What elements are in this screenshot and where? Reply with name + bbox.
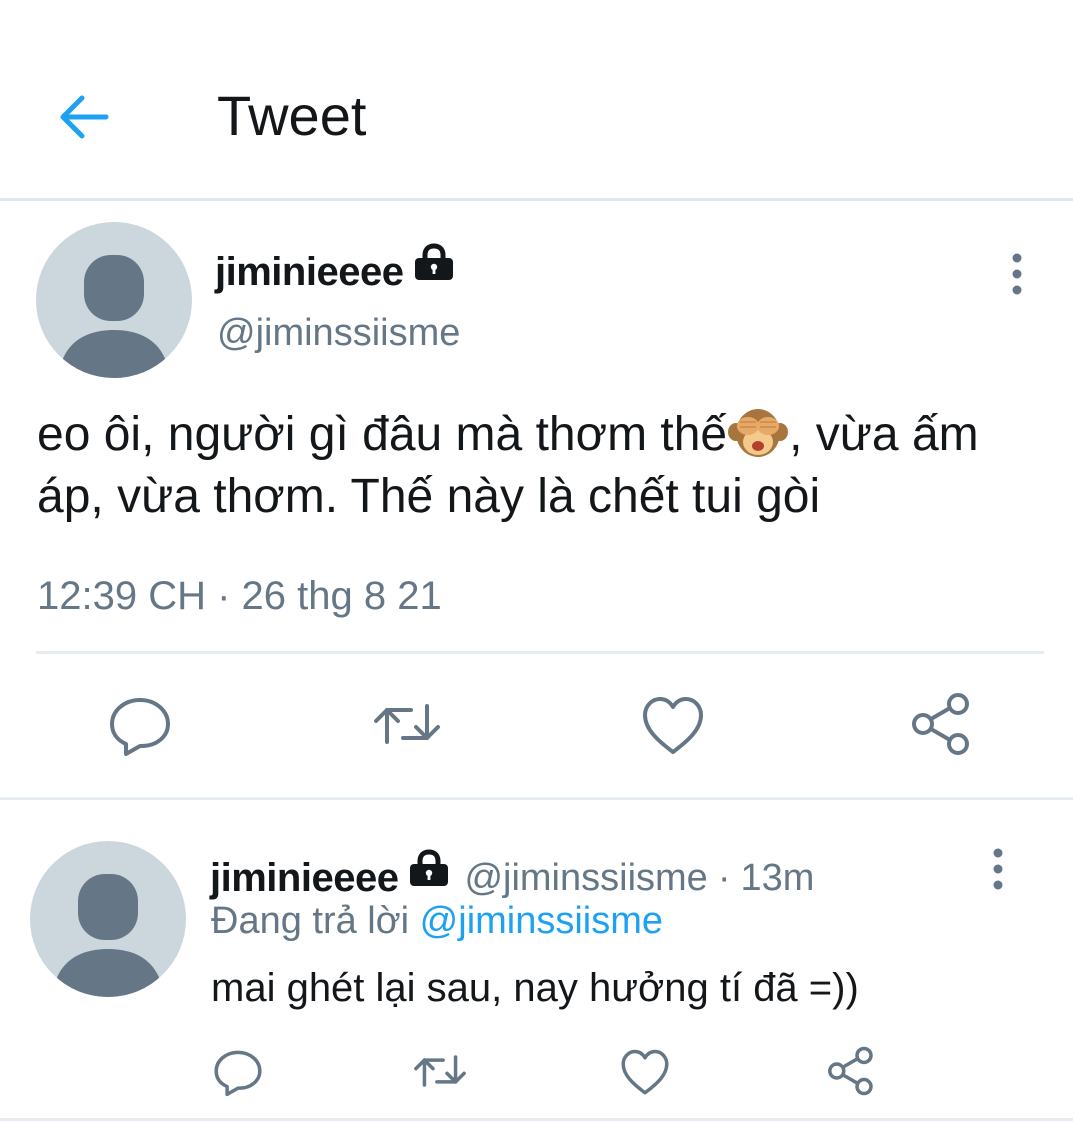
top-app-bar: Tweet [0, 0, 1073, 198]
like-button[interactable] [637, 688, 709, 760]
author-name-row[interactable]: jiminieeee [215, 242, 455, 302]
page-title: Tweet [217, 84, 367, 147]
tweet-timestamp[interactable]: 12:39 CH · 26 thg 8 21 [37, 573, 442, 619]
reply-avatar[interactable] [30, 841, 186, 997]
tweet-text-part-1: eo ôi, người gì đâu mà thơm thế [37, 408, 728, 461]
bottom-divider [0, 1118, 1073, 1121]
reply-text: mai ghét lại sau, nay hưởng tí đã =)) [211, 966, 859, 1010]
tweet-divider [36, 651, 1044, 654]
reply-icon [110, 698, 170, 756]
replying-prefix: Đang trả lời [211, 900, 410, 942]
default-avatar-icon [58, 255, 170, 378]
default-avatar-icon [52, 874, 164, 997]
user-handle[interactable]: @jiminssiisme [217, 310, 460, 356]
display-name[interactable]: jiminieeee [215, 248, 404, 296]
reply-display-name[interactable]: jiminieeee [210, 854, 399, 902]
reply-share-button[interactable] [822, 1043, 878, 1099]
retweet-icon [374, 704, 440, 744]
share-icon [828, 1046, 873, 1096]
reply-retweet-button[interactable] [412, 1043, 468, 1099]
reply-like-button[interactable] [617, 1043, 673, 1099]
share-button[interactable] [904, 688, 976, 760]
reply-more-options-icon[interactable] [986, 845, 1010, 893]
tweet-text: eo ôi, người gì đâu mà thơm thế , vừa ấm… [37, 404, 1047, 528]
section-divider [0, 797, 1073, 800]
like-icon [643, 697, 703, 754]
share-icon [912, 693, 969, 755]
lock-icon [413, 242, 455, 302]
back-button[interactable] [52, 85, 116, 149]
reply-icon [214, 1050, 262, 1097]
avatar[interactable] [36, 222, 192, 378]
arrow-left-icon [60, 95, 109, 139]
separator-dot: · [717, 857, 731, 899]
header-divider [0, 198, 1073, 201]
replying-to: Đang trả lời @jiminssiisme [211, 898, 663, 944]
retweet-icon [414, 1055, 466, 1087]
reply-handle[interactable]: @jiminssiisme [464, 854, 707, 902]
tweet-detail-screen: Tweet jiminieeee @jiminssiisme eo ôi, ng… [0, 0, 1073, 1122]
more-options-icon[interactable] [1005, 250, 1029, 298]
retweet-button[interactable] [371, 688, 443, 760]
see-no-evil-monkey-icon [727, 408, 789, 460]
reply-button[interactable] [104, 688, 176, 760]
reply-reply-button[interactable] [210, 1043, 266, 1099]
like-icon [621, 1049, 669, 1095]
replying-to-link[interactable]: @jiminssiisme [420, 900, 663, 942]
reply-timestamp[interactable]: 13m [740, 854, 814, 902]
